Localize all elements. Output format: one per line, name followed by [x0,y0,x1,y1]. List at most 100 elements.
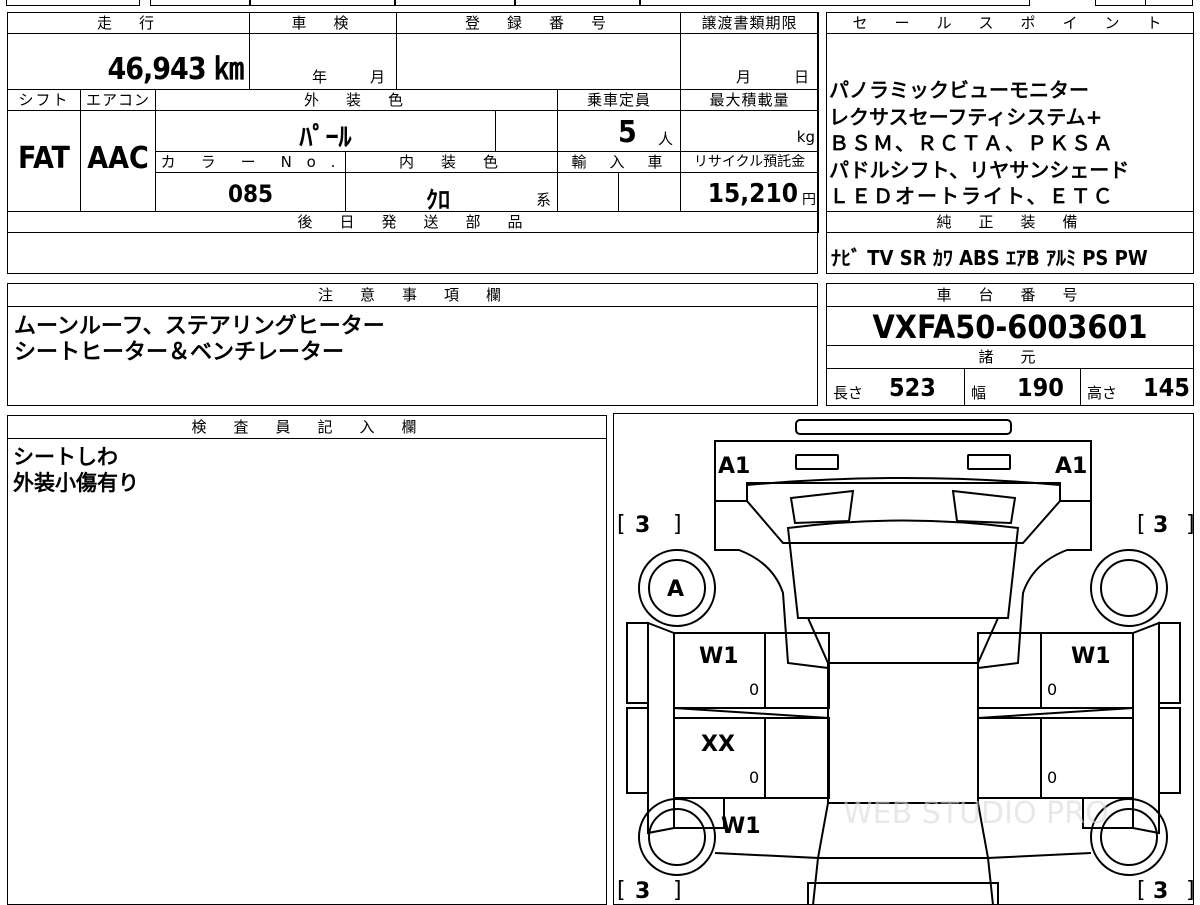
mileage-value: 46,943 ㎞ [107,52,244,87]
specs-label: 諸 元 [826,345,1194,369]
inspection-label: 車 検 [249,12,397,34]
mileage-label: 走 行 [7,12,250,34]
equipment-item: ｱﾙﾐ [1045,246,1076,270]
shift-label: シフト [7,89,81,111]
capacity-unit: 人 [658,130,674,148]
exterior-color-cell: ﾊﾟｰﾙ [155,110,496,153]
width-value: 190 [1017,373,1064,402]
side-right-outline [1158,622,1181,704]
equipment-item: ﾅﾋﾞ [831,246,861,270]
top-strip-cell [515,0,640,6]
sales-point-line: ＬＥＤオートライト、ＥＴＣ [829,184,1115,208]
length-label: 長さ [833,384,864,402]
genuine-equipment-list: ﾅﾋﾞ TV SR ｶﾜ ABS ｴｱB ｱﾙﾐ PS PW [831,242,1148,271]
mark-wheel-fl: A [667,577,684,602]
top-strip-cell [640,0,1030,6]
ac-cell: AAC [80,110,156,212]
svg-text:[: [ [617,512,626,537]
svg-text:[: [ [617,878,626,903]
max-load-cell: kg [680,110,819,152]
import-cell-left [557,172,619,212]
top-strip-cell [6,0,140,6]
mark-quarter-rl: W1 [721,814,761,839]
mark-door-fl-zero: 0 [749,680,759,699]
recycle-label: リサイクル預託金 [680,151,819,173]
wheel-front-right [1090,549,1168,627]
ac-label: エアコン [80,89,156,111]
equipment-item: SR [899,246,927,270]
shift-cell: FAT [7,110,81,212]
vent-right [951,489,1017,525]
capacity-value: 5 [618,115,637,150]
inspection-month-unit: 月 [370,68,386,86]
equipment-item: ABS [959,246,1000,270]
sales-points-text: パノラミックビューモニター レクサスセーフティシステム+ ＢＳＭ、ＲＣＴＡ、ＰＫ… [829,77,1129,210]
front-bumper-outline [795,419,1012,435]
car-diagram: [] [] [] [] 3 3 3 3 A1 A1 A W1 W1 XX W1 … [617,419,1194,905]
sales-point-line: ＢＳＭ、ＲＣＴＡ、ＰＫＳＡ [829,131,1115,155]
mark-door-rl: XX [701,732,735,757]
notes-line: ムーンルーフ、ステアリングヒーター [14,314,385,339]
max-load-unit: kg [796,128,815,146]
top-strip-cell [150,0,250,6]
interior-color-suffix: 系 [536,191,552,209]
mark-tire-rr: 3 [1153,879,1168,904]
damage-diagram-box: [] [] [] [] 3 3 3 3 A1 A1 A W1 W1 XX W1 … [613,413,1194,905]
equipment-item: PS [1082,246,1109,270]
mark-tire-fr: 3 [1153,513,1168,538]
color-no-label: カ ラ ー N o . [155,151,346,173]
mark-front-left: A1 [718,454,750,479]
notes-text: ムーンルーフ、ステアリングヒーター シートヒーター＆ベンチレーター [14,314,385,366]
top-strip [0,0,1200,7]
watermark: WEB STUDIO PRO [843,796,1109,831]
width-cell: 幅 190 [964,368,1081,406]
rear-body-outline [714,852,1092,905]
transfer-day-unit: 日 [794,68,810,86]
shift-value: FAT [18,141,70,176]
notes-label: 注 意 事 項 欄 [7,283,818,307]
headlight-left [795,454,839,470]
recycle-cell: 15,210 円 [680,172,819,212]
length-value: 523 [889,373,936,402]
transfer-deadline-cell: 月 日 [680,33,819,90]
equipment-item: ｶﾜ [932,246,953,270]
svg-text:]: ] [673,512,682,537]
color-no-value: 085 [227,180,274,208]
ac-value: AAC [87,141,149,176]
top-strip-cell [1145,0,1193,6]
recycle-unit: 円 [802,192,816,208]
import-label: 輸 入 車 [557,151,681,173]
mark-tire-rl: 3 [635,879,650,904]
headlight-right [967,454,1011,470]
mark-door-fr-zero: 0 [1047,680,1057,699]
mark-door-rl-zero: 0 [749,768,759,787]
registration-cell [396,33,681,90]
side-left-outline [626,622,649,704]
transfer-deadline-label: 譲渡書類期限 [680,12,819,34]
mark-door-fl: W1 [699,644,739,669]
sales-point-line: パノラミックビューモニター [829,78,1089,102]
notes-box: 注 意 事 項 欄 ムーンルーフ、ステアリングヒーター シートヒーター＆ベンチレ… [7,283,818,406]
max-load-label: 最大積載量 [680,89,819,111]
exterior-color-value: ﾊﾟｰﾙ [299,123,352,153]
equipment-item: TV [867,246,894,270]
exterior-color-extra-cell [495,110,558,152]
width-label: 幅 [971,384,987,402]
inspector-line: 外装小傷有り [13,471,139,495]
mileage-cell: 46,943 ㎞ [7,33,250,90]
sales-points-label: セ ー ル ス ポ イ ン ト [826,12,1194,34]
transfer-month-unit: 月 [736,68,752,86]
rocker-right [1132,621,1160,835]
height-value: 145 [1143,373,1190,402]
top-strip-cell [250,0,395,6]
svg-text:[: [ [1137,878,1146,903]
later-parts-cell [8,234,818,274]
capacity-label: 乗車定員 [557,89,681,111]
chassis-label: 車 台 番 号 [826,283,1194,307]
mark-tire-fl: 3 [635,513,650,538]
equipment-item: ｴｱB [1005,246,1040,270]
inspector-label: 検 査 員 記 入 欄 [7,415,607,439]
genuine-equipment-label: 純 正 装 備 [826,211,1194,233]
inspector-line: シートしわ [13,445,118,469]
svg-text:]: ] [1186,878,1194,903]
